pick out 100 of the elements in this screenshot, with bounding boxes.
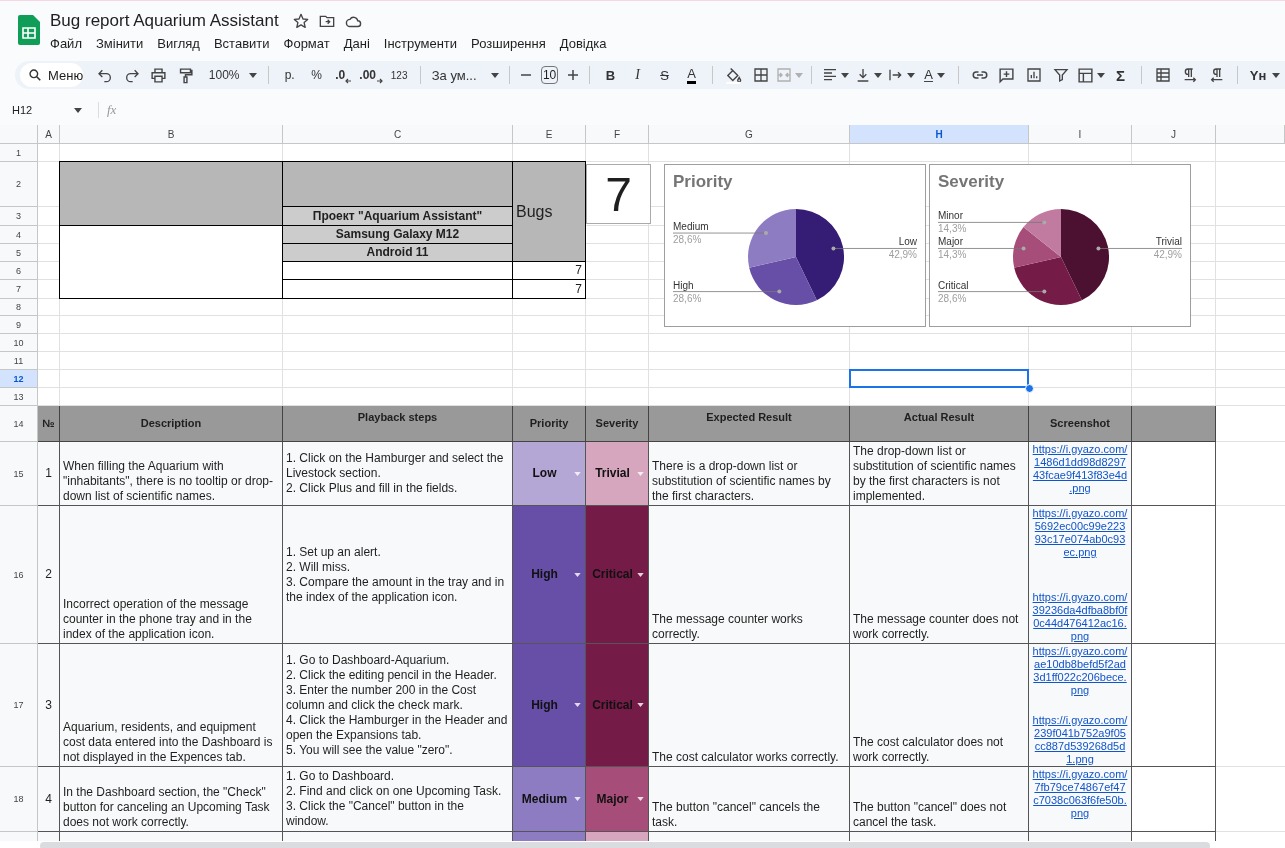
- print-icon[interactable]: [150, 66, 168, 84]
- menu-item[interactable]: Файл: [50, 34, 89, 53]
- priority-dropdown[interactable]: Low: [513, 442, 586, 506]
- comment-icon[interactable]: [998, 66, 1015, 84]
- column-header[interactable]: J: [1132, 125, 1216, 144]
- menu-item[interactable]: Дані: [343, 34, 377, 53]
- italic-button[interactable]: I: [624, 63, 651, 87]
- currency-button[interactable]: р.: [276, 63, 304, 87]
- star-icon[interactable]: [292, 13, 309, 29]
- slice-label: Major: [938, 236, 963, 248]
- bold-button[interactable]: B: [597, 63, 624, 87]
- arrow-icon: [376, 78, 383, 84]
- row-number: 4: [38, 767, 60, 832]
- screenshot-link[interactable]: https://i.gyazo.com/ae10db8befd5f2ad3d1ff022c206bece.png: [1032, 645, 1128, 697]
- row-number: 3: [38, 644, 60, 767]
- priority-dropdown[interactable]: Medium: [513, 767, 586, 832]
- input-tools-button[interactable]: Yн: [1245, 63, 1285, 87]
- row-header[interactable]: 7: [0, 280, 38, 299]
- column-header[interactable]: I: [1029, 125, 1132, 144]
- severity-dropdown[interactable]: Major: [586, 767, 649, 832]
- row-header[interactable]: 8: [0, 299, 38, 316]
- number-format-button[interactable]: 123: [385, 63, 414, 87]
- column-header[interactable]: F: [586, 125, 649, 144]
- row-header[interactable]: 15: [0, 442, 38, 506]
- caret-icon: [574, 572, 581, 577]
- text-wrap-icon[interactable]: [888, 67, 904, 83]
- paint-bucket-icon[interactable]: [725, 66, 742, 84]
- folder-icon[interactable]: [318, 13, 335, 29]
- align-left-icon[interactable]: [822, 67, 838, 83]
- pilcrow-left-icon[interactable]: [1208, 67, 1225, 83]
- document-title[interactable]: Bug report Aquarium Assistant: [50, 11, 283, 31]
- row-header[interactable]: 1: [0, 144, 38, 162]
- caret-icon: [637, 572, 644, 577]
- expected-result-cell: The message counter works correctly.: [649, 506, 850, 644]
- menu-item[interactable]: Розширення: [471, 34, 553, 53]
- strikethrough-button[interactable]: S: [651, 63, 678, 87]
- paint-roller-icon[interactable]: [177, 66, 195, 84]
- column-header[interactable]: E: [513, 125, 586, 144]
- increase-decimals-button[interactable]: .00: [357, 63, 386, 87]
- row-header[interactable]: 10: [0, 334, 38, 352]
- screenshot-link[interactable]: https://i.gyazo.com/5692ec00c99e22393c17e074ab0c93ec.png: [1032, 507, 1128, 559]
- menu-item[interactable]: Вставити: [213, 34, 277, 53]
- slice-label: Minor: [938, 210, 963, 222]
- column-header[interactable]: C: [283, 125, 513, 144]
- row-header[interactable]: 12: [0, 370, 38, 388]
- row-header[interactable]: 3: [0, 207, 38, 226]
- column-header[interactable]: H: [850, 125, 1029, 144]
- align-bottom-icon[interactable]: [855, 67, 871, 83]
- row-header[interactable]: 2: [0, 162, 38, 207]
- functions-button[interactable]: Σ: [1107, 63, 1134, 87]
- table-icon[interactable]: [1076, 66, 1094, 84]
- column-header[interactable]: G: [649, 125, 850, 144]
- menu-item[interactable]: Інструменти: [383, 34, 465, 53]
- expected-result-cell: The cost calculator works correctly.: [649, 644, 850, 767]
- slice-label: Medium: [673, 221, 709, 233]
- menu-search-field[interactable]: Меню: [20, 63, 84, 87]
- caret-icon[interactable]: [74, 107, 82, 113]
- row-header[interactable]: 6: [0, 262, 38, 280]
- borders-icon[interactable]: [752, 67, 769, 83]
- row-header[interactable]: 9: [0, 316, 38, 334]
- column-header[interactable]: B: [60, 125, 283, 144]
- row-header[interactable]: 16: [0, 506, 38, 644]
- caret-icon: [794, 72, 803, 78]
- plus-icon[interactable]: [567, 69, 579, 81]
- spreadsheet-logo-icon[interactable]: [18, 15, 40, 45]
- menu-item[interactable]: Змінити: [95, 34, 151, 53]
- column-header[interactable]: A: [38, 125, 60, 144]
- row-header[interactable]: 13: [0, 388, 38, 406]
- text-rotation-button[interactable]: A: [918, 63, 951, 87]
- decrease-decimals-button[interactable]: .0: [330, 63, 358, 87]
- screenshot-link[interactable]: https://i.gyazo.com/1486d1dd98d829743fcae9f413f83e4d.png: [1032, 443, 1128, 495]
- row-header[interactable]: 14: [0, 406, 38, 442]
- font-select[interactable]: За ум...: [428, 63, 503, 87]
- column-heading: №: [38, 406, 60, 442]
- caret-icon: [249, 72, 258, 78]
- chart-icon[interactable]: [1025, 67, 1042, 83]
- font-size-field[interactable]: 10: [541, 66, 558, 84]
- text-color-button[interactable]: A: [678, 63, 705, 87]
- row-header[interactable]: 4: [0, 226, 38, 244]
- row-header[interactable]: 18: [0, 767, 38, 832]
- zoom-select[interactable]: 100%: [205, 63, 262, 87]
- freeze-icon[interactable]: [1154, 67, 1171, 83]
- percent-label: 28,6%: [673, 234, 702, 246]
- fill-handle[interactable]: [1025, 384, 1034, 393]
- severity-dropdown[interactable]: Trivial: [586, 442, 649, 506]
- name-box[interactable]: H12: [0, 104, 74, 116]
- horizontal-scrollbar[interactable]: [40, 842, 1210, 848]
- redo-icon[interactable]: [123, 67, 140, 83]
- undo-icon[interactable]: [96, 67, 113, 83]
- screenshot-link[interactable]: https://i.gyazo.com/7fb79ce74867ef47c7038c063f6fe50b.png: [1032, 768, 1128, 820]
- row-header[interactable]: 11: [0, 352, 38, 370]
- filter-icon[interactable]: [1052, 67, 1069, 83]
- description-cell: When filling the Aquarium with "inhabitants", there is no tooltip or drop-down list of scientific names.: [60, 442, 283, 506]
- column-heading: Actual Result: [850, 406, 1029, 442]
- menu-item[interactable]: Формат: [283, 34, 337, 53]
- percent-button[interactable]: %: [303, 63, 331, 87]
- row-header[interactable]: 17: [0, 644, 38, 767]
- menu-item[interactable]: Довідка: [559, 34, 614, 53]
- row-header[interactable]: 5: [0, 244, 38, 262]
- menu-item[interactable]: Вигляд: [157, 34, 207, 53]
